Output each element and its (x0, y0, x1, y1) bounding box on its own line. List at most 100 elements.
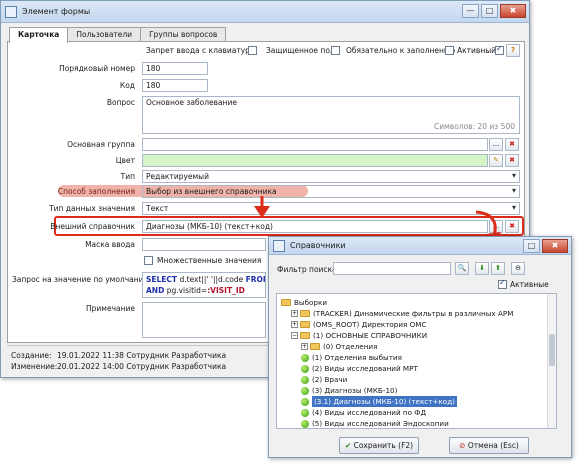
reference-tree[interactable]: Выборки + (TRACKER) Динамические фильтры в… (276, 293, 557, 429)
fill-method-select[interactable]: Выбор из внешнего справочника (142, 185, 520, 198)
arrow-up-icon[interactable]: ⬆ (491, 262, 505, 275)
search-icon[interactable]: 🔍 (455, 262, 469, 275)
tree-node-label: (TRACKER) Динамические фильтры в различн… (313, 309, 514, 318)
folder-icon (300, 310, 310, 317)
cancel-button-label: Отмена (Esc) (467, 441, 519, 450)
folder-icon (310, 343, 320, 350)
default-query-label: Запрос на значение по умолчанию (12, 275, 150, 284)
default-query-editor[interactable]: SELECT d.text||' '||d.code FROM pat AND … (142, 272, 266, 298)
tree-node[interactable]: (5) Виды исследований Эндоскопии (301, 418, 449, 428)
tree-scroll-thumb[interactable] (549, 334, 555, 366)
tree-node[interactable]: − (1) ОСНОВНЫЕ СПРАВОЧНИКИ (291, 330, 427, 341)
question-value: Основное заболевание (146, 98, 238, 107)
type-label: Тип (120, 172, 135, 181)
main-group-clear-button[interactable]: ✖ (505, 138, 519, 151)
tree-node[interactable]: (1) Отделения выбытия (301, 352, 402, 363)
filter-label: Фильтр поиска (277, 265, 337, 274)
tree-node-label: Выборки (294, 298, 328, 307)
main-group-ellipsis-button[interactable]: ... (489, 138, 503, 151)
symbols-counter: Символов: 20 из 500 (434, 122, 515, 131)
tree-node[interactable]: + (0) Отделения (301, 341, 377, 352)
tab-users[interactable]: Пользователи (67, 27, 142, 42)
type-select[interactable]: Редактируемый (142, 170, 520, 183)
color-swatch-input[interactable] (142, 154, 488, 167)
active-checkbox[interactable] (495, 44, 504, 55)
ext-ref-label: Внешний справочник (50, 222, 135, 231)
tree-expander-icon[interactable]: + (291, 310, 298, 317)
tree-node[interactable]: (3.1) Диагнозы (МКБ-10) (текст+код) (301, 396, 457, 407)
cancel-button[interactable]: ⊘ Отмена (Esc) (449, 437, 529, 454)
protected-checkbox[interactable] (331, 46, 340, 55)
tree-node-label: (2) Врачи (312, 375, 348, 384)
minimize-button[interactable]: — (462, 4, 479, 18)
dialog-active-checkbox[interactable] (498, 278, 507, 289)
mask-input[interactable] (142, 238, 266, 251)
tree-node[interactable]: + (TRACKER) Динамические фильтры в различ… (291, 308, 513, 319)
arrow-down-icon[interactable]: ⬇ (475, 262, 489, 275)
tree-expander-icon[interactable]: − (291, 332, 298, 339)
value-type-label: Тип данных значения (49, 204, 135, 213)
tree-node[interactable]: (3) Диагнозы (МКБ-10) (301, 385, 397, 396)
close-button[interactable]: ✖ (500, 4, 526, 18)
tree-node-label: (1) ОСНОВНЫЕ СПРАВОЧНИКИ (313, 331, 428, 340)
color-clear-button[interactable]: ✖ (505, 154, 519, 167)
reference-leaf-icon (301, 353, 309, 362)
folder-icon (300, 332, 310, 339)
tree-node-label: (3.1) Диагнозы (МКБ-10) (текст+код) (312, 396, 457, 407)
tree-expander-icon[interactable]: + (301, 343, 308, 350)
multi-values-label: Множественные значения (157, 256, 262, 265)
keyboard-ban-checkbox[interactable] (248, 46, 257, 55)
dialog-title: Справочники (290, 241, 346, 250)
dialog-close-button[interactable]: ✖ (542, 239, 568, 253)
help-button[interactable]: ? (506, 44, 520, 57)
query-param: :VISIT_ID (207, 286, 245, 295)
required-checkbox[interactable] (445, 46, 454, 55)
tab-question-groups[interactable]: Группы вопросов (140, 27, 227, 42)
pencil-icon[interactable]: ✎ (489, 154, 503, 167)
cancel-icon: ⊘ (459, 441, 466, 450)
value-type-select[interactable]: Текст (142, 202, 520, 215)
collapse-icon[interactable]: ⊖ (511, 262, 525, 275)
tree-node-label: (OMS_ROOT) Директория ОМС (313, 320, 427, 329)
tree-node[interactable]: + (OMS_ROOT) Директория ОМС (291, 319, 427, 330)
tree-expander-icon[interactable]: + (291, 321, 298, 328)
note-label: Примечание (86, 304, 135, 313)
note-textarea[interactable] (142, 302, 266, 338)
tree-node[interactable]: (2) Виды исследований МРТ (301, 363, 418, 374)
fill-method-label: Способ заполнения (57, 187, 135, 196)
window-titlebar: Элемент формы — □ ✖ (1, 1, 529, 23)
tree-node[interactable]: (2) Врачи (301, 374, 347, 385)
window-title: Элемент формы (22, 7, 91, 16)
reference-leaf-icon (301, 419, 309, 428)
dialog-maximize-button[interactable]: □ (523, 239, 540, 253)
ext-ref-input[interactable]: Диагнозы (МКБ-10) (текст+код) (142, 220, 488, 233)
filter-input[interactable] (333, 262, 451, 275)
tree-node-label: (0) Отделения (323, 342, 378, 351)
question-textarea[interactable]: Основное заболевание Символов: 20 из 500 (142, 96, 520, 134)
code-input[interactable]: 180 (142, 79, 208, 92)
order-label: Порядковый номер (59, 64, 135, 73)
folder-icon (300, 321, 310, 328)
changed-value: 20.01.2022 14:00 Сотрудник Разработчика (57, 362, 227, 371)
save-button-label: Сохранить (F2) (353, 441, 414, 450)
dialog-active-label: Активные (510, 280, 549, 289)
save-button[interactable]: ✔ Сохранить (F2) (339, 437, 419, 454)
folder-icon (281, 299, 291, 306)
window-app-icon (5, 5, 17, 18)
reference-leaf-icon (301, 397, 309, 406)
tree-node[interactable]: Выборки (281, 297, 327, 308)
maximize-button[interactable]: □ (481, 4, 498, 18)
multi-values-checkbox[interactable] (144, 256, 153, 265)
tree-node-label: (2) Виды исследований МРТ (312, 364, 418, 373)
dialog-titlebar: Справочники □ ✖ (269, 237, 571, 255)
changed-label: Изменение: (11, 362, 58, 371)
query-line1-rest: d.text||' '||d.code (177, 275, 246, 284)
tree-scrollbar[interactable] (547, 294, 556, 428)
query-line2-mid: pg.visitid= (164, 286, 208, 295)
main-group-input[interactable] (142, 138, 488, 151)
order-input[interactable]: 180 (142, 62, 208, 75)
query-kw-from: FROM (245, 275, 265, 284)
tab-card[interactable]: Карточка (9, 27, 69, 43)
mask-label: Маска ввода (85, 240, 135, 249)
tree-node[interactable]: (4) Виды исследований по ФД (301, 407, 426, 418)
